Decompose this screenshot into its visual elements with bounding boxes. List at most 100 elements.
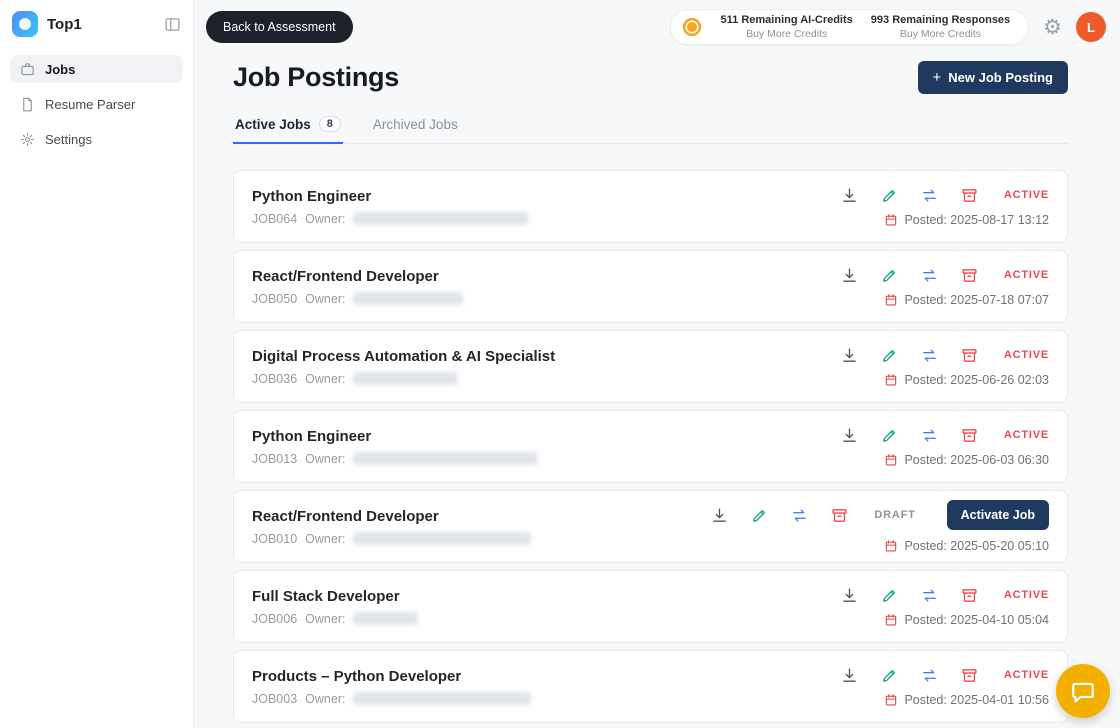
archive-icon[interactable] xyxy=(831,507,848,524)
job-right: DRAFT Activate Job Posted: 2025-05-20 05… xyxy=(711,500,1049,553)
activate-job-button[interactable]: Activate Job xyxy=(947,500,1049,530)
job-title: Python Engineer xyxy=(252,428,538,445)
edit-icon[interactable] xyxy=(751,507,768,524)
page-title: Job Postings xyxy=(233,62,399,93)
sidebar: Top1 Jobs Resume Parser xyxy=(0,0,194,728)
job-id: JOB003 xyxy=(252,692,297,706)
archive-icon[interactable] xyxy=(961,347,978,364)
status-badge: DRAFT xyxy=(874,509,915,521)
chat-button[interactable] xyxy=(1056,664,1110,718)
job-info: Python Engineer JOB064 Owner: xyxy=(252,188,528,226)
edit-icon[interactable] xyxy=(881,347,898,364)
transfer-icon[interactable] xyxy=(921,347,938,364)
sidebar-item-settings[interactable]: Settings xyxy=(10,125,183,153)
calendar-icon xyxy=(884,373,898,387)
owner-label: Owner: xyxy=(305,532,345,546)
calendar-icon xyxy=(884,213,898,227)
document-icon xyxy=(20,97,35,112)
edit-icon[interactable] xyxy=(881,267,898,284)
posted-row: Posted: 2025-05-20 05:10 xyxy=(884,539,1049,553)
download-icon[interactable] xyxy=(841,587,858,604)
job-meta: JOB036 Owner: xyxy=(252,372,555,386)
tab-archived-jobs-label: Archived Jobs xyxy=(373,117,458,132)
job-title: Python Engineer xyxy=(252,188,528,205)
briefcase-icon xyxy=(20,62,35,77)
avatar[interactable]: L xyxy=(1076,12,1106,42)
app-logo-icon xyxy=(12,11,38,37)
job-info: Python Engineer JOB013 Owner: xyxy=(252,428,538,466)
calendar-icon xyxy=(884,613,898,627)
edit-icon[interactable] xyxy=(881,587,898,604)
job-info: Digital Process Automation & AI Speciali… xyxy=(252,348,555,386)
job-title: Products – Python Developer xyxy=(252,668,531,685)
owner-redacted xyxy=(353,292,463,305)
download-icon[interactable] xyxy=(841,667,858,684)
gear-icon[interactable]: ⚙ xyxy=(1043,17,1062,38)
sidebar-item-label: Jobs xyxy=(45,62,75,77)
transfer-icon[interactable] xyxy=(921,427,938,444)
posted-date: Posted: 2025-06-26 02:03 xyxy=(904,373,1049,387)
transfer-icon[interactable] xyxy=(921,267,938,284)
posted-row: Posted: 2025-07-18 07:07 xyxy=(884,293,1049,307)
job-info: Products – Python Developer JOB003 Owner… xyxy=(252,668,531,706)
edit-icon[interactable] xyxy=(881,187,898,204)
job-actions: ACTIVE xyxy=(841,427,1049,444)
responses-group: 993 Remaining Responses Buy More Credits xyxy=(871,14,1010,40)
main-area: Back to Assessment 511 Remaining AI-Cred… xyxy=(194,0,1120,728)
download-icon[interactable] xyxy=(841,267,858,284)
archive-icon[interactable] xyxy=(961,267,978,284)
ai-credits-group: 511 Remaining AI-Credits Buy More Credit… xyxy=(721,14,853,40)
transfer-icon[interactable] xyxy=(921,587,938,604)
job-title: Digital Process Automation & AI Speciali… xyxy=(252,348,555,365)
posted-date: Posted: 2025-04-10 05:04 xyxy=(904,613,1049,627)
edit-icon[interactable] xyxy=(881,427,898,444)
posted-date: Posted: 2025-04-01 10:56 xyxy=(904,693,1049,707)
job-actions: ACTIVE xyxy=(841,347,1049,364)
job-info: Full Stack Developer JOB006 Owner: xyxy=(252,588,418,626)
coin-icon xyxy=(681,16,703,38)
job-card: Python Engineer JOB064 Owner: xyxy=(233,170,1068,243)
job-card: Digital Process Automation & AI Speciali… xyxy=(233,330,1068,403)
buy-more-responses-link[interactable]: Buy More Credits xyxy=(871,28,1010,40)
back-to-assessment-button[interactable]: Back to Assessment xyxy=(206,11,353,43)
job-title: React/Frontend Developer xyxy=(252,268,463,285)
archive-icon[interactable] xyxy=(961,187,978,204)
download-icon[interactable] xyxy=(841,427,858,444)
download-icon[interactable] xyxy=(841,187,858,204)
download-icon[interactable] xyxy=(841,347,858,364)
tab-active-jobs[interactable]: Active Jobs 8 xyxy=(233,116,343,144)
job-info: React/Frontend Developer JOB010 Owner: xyxy=(252,508,531,546)
app-root: Top1 Jobs Resume Parser xyxy=(0,0,1120,728)
posted-row: Posted: 2025-04-01 10:56 xyxy=(884,693,1049,707)
status-badge: ACTIVE xyxy=(1004,189,1049,201)
sidebar-toggle-icon[interactable] xyxy=(164,16,181,33)
status-badge: ACTIVE xyxy=(1004,589,1049,601)
status-badge: ACTIVE xyxy=(1004,669,1049,681)
job-meta: JOB006 Owner: xyxy=(252,612,418,626)
job-meta: JOB050 Owner: xyxy=(252,292,463,306)
buy-more-ai-credits-link[interactable]: Buy More Credits xyxy=(721,28,853,40)
archive-icon[interactable] xyxy=(961,587,978,604)
job-right: ACTIVE Posted: 2025-06-26 02:03 xyxy=(841,347,1049,387)
sidebar-item-jobs[interactable]: Jobs xyxy=(10,55,183,83)
calendar-icon xyxy=(884,693,898,707)
archive-icon[interactable] xyxy=(961,667,978,684)
job-card: Products – Python Developer JOB003 Owner… xyxy=(233,650,1068,723)
transfer-icon[interactable] xyxy=(921,187,938,204)
posted-row: Posted: 2025-06-26 02:03 xyxy=(884,373,1049,387)
job-meta: JOB064 Owner: xyxy=(252,212,528,226)
owner-label: Owner: xyxy=(305,292,345,306)
new-job-posting-button[interactable]: + New Job Posting xyxy=(918,61,1069,94)
owner-redacted xyxy=(353,452,538,465)
archive-icon[interactable] xyxy=(961,427,978,444)
tab-archived-jobs[interactable]: Archived Jobs xyxy=(371,116,460,143)
job-actions: ACTIVE xyxy=(841,267,1049,284)
job-title: React/Frontend Developer xyxy=(252,508,531,525)
edit-icon[interactable] xyxy=(881,667,898,684)
job-list: Python Engineer JOB064 Owner: xyxy=(233,170,1068,723)
sidebar-item-resume-parser[interactable]: Resume Parser xyxy=(10,90,183,118)
transfer-icon[interactable] xyxy=(921,667,938,684)
posted-date: Posted: 2025-07-18 07:07 xyxy=(904,293,1049,307)
download-icon[interactable] xyxy=(711,507,728,524)
transfer-icon[interactable] xyxy=(791,507,808,524)
